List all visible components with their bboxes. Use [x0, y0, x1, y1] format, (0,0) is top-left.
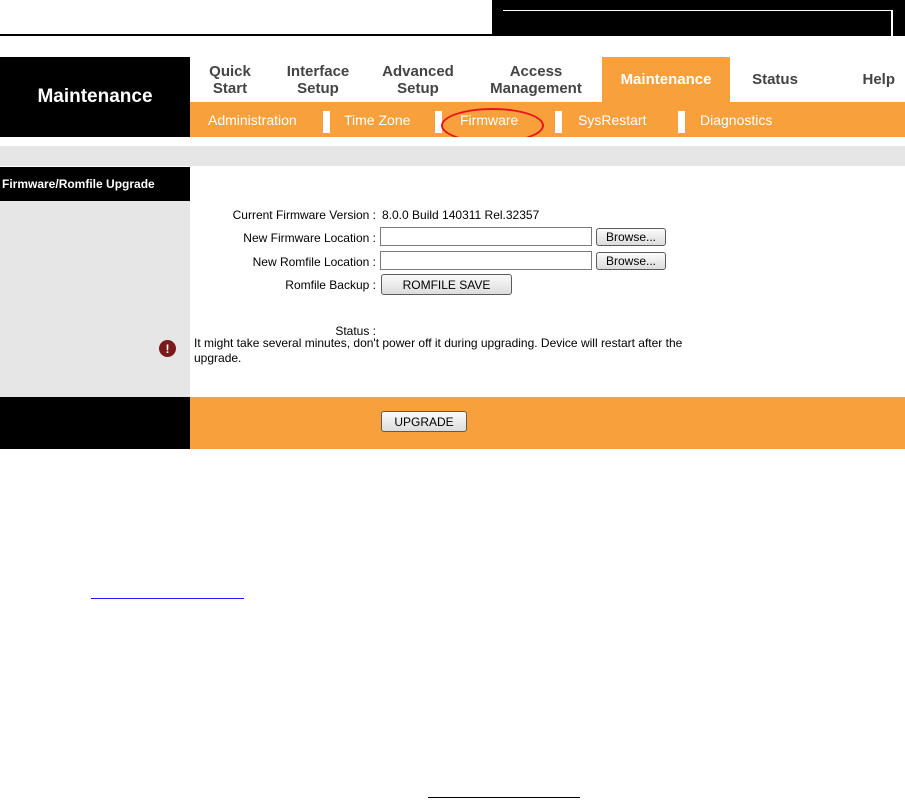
nav-help[interactable]: Help: [830, 57, 905, 102]
top-nav: Quick Start Interface Setup Advanced Set…: [190, 57, 905, 102]
subnav-sysrestart[interactable]: SysRestart: [578, 102, 646, 137]
section-title: Firmware/Romfile Upgrade: [0, 167, 190, 201]
brand-title: Maintenance: [0, 57, 190, 137]
footer-bar: UPGRADE: [190, 397, 905, 449]
nav-access-management[interactable]: Access Management: [472, 57, 600, 102]
subnav-administration[interactable]: Administration: [208, 102, 297, 137]
subnav-diagnostics[interactable]: Diagnostics: [700, 102, 772, 137]
sub-nav: Administration Time Zone Firmware SysRes…: [190, 102, 905, 137]
current-firmware-value: 8.0.0 Build 140311 Rel.32357: [382, 208, 540, 222]
document-header-rule: [0, 34, 492, 36]
browse-romfile-button[interactable]: Browse...: [596, 252, 666, 270]
browse-firmware-button[interactable]: Browse...: [596, 228, 666, 246]
document-header-inner-edge: [891, 10, 893, 36]
spacer-band: [0, 137, 905, 145]
new-firmware-input[interactable]: [380, 227, 592, 246]
nav-interface-setup[interactable]: Interface Setup: [272, 57, 364, 102]
document-link-underline[interactable]: [91, 598, 244, 599]
new-firmware-label: New Firmware Location :: [243, 231, 376, 245]
router-ui: Maintenance Quick Start Interface Setup …: [0, 57, 905, 449]
nav-advanced-setup[interactable]: Advanced Setup: [368, 57, 468, 102]
upgrade-button[interactable]: UPGRADE: [381, 411, 467, 432]
new-romfile-input[interactable]: [380, 251, 592, 270]
romfile-backup-label: Romfile Backup :: [285, 278, 376, 292]
subnav-separator: [555, 111, 562, 133]
document-header-inner-rule: [503, 10, 891, 11]
romfile-save-button[interactable]: ROMFILE SAVE: [381, 274, 512, 295]
current-firmware-label: Current Firmware Version :: [232, 208, 376, 222]
subnav-separator: [323, 111, 330, 133]
nav-status[interactable]: Status: [730, 57, 820, 102]
document-header-box: [492, 0, 905, 36]
status-message: It might take several minutes, don't pow…: [194, 336, 683, 365]
subnav-time-zone[interactable]: Time Zone: [344, 102, 410, 137]
warning-icon: !: [159, 340, 176, 357]
document-link-underline-2[interactable]: [428, 797, 580, 798]
new-romfile-label: New Romfile Location :: [252, 255, 376, 269]
side-panel: [0, 201, 190, 397]
footer-left: [0, 397, 190, 449]
grey-band: [0, 146, 905, 166]
nav-maintenance[interactable]: Maintenance: [602, 57, 730, 102]
subnav-separator: [678, 111, 685, 133]
nav-quick-start[interactable]: Quick Start: [190, 57, 270, 102]
